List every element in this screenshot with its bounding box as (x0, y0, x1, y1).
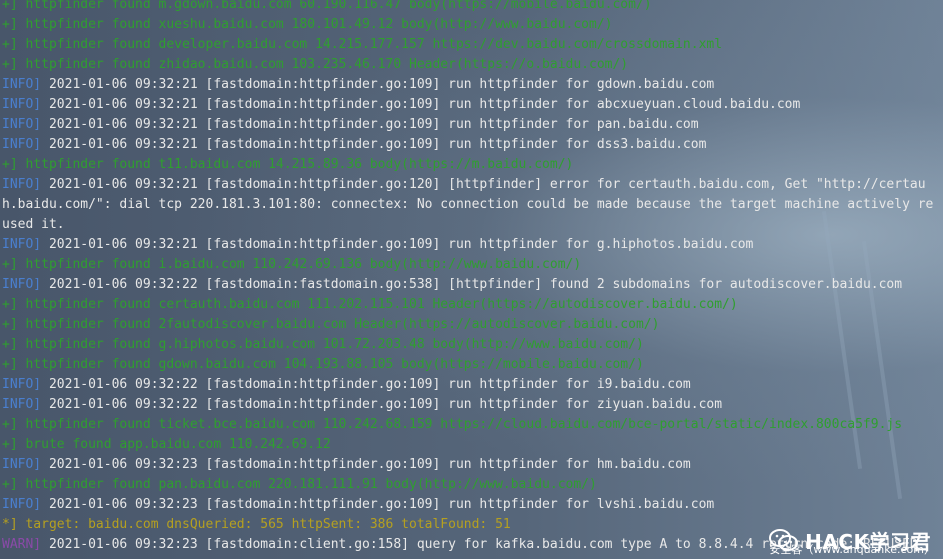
log-line: INFO] 2021-01-06 09:32:21 [fastdomain:ht… (0, 235, 943, 255)
log-message: +] httpfinder found g.hiphotos.baidu.com… (2, 337, 644, 352)
log-level-info: INFO] (2, 377, 42, 392)
log-line: INFO] 2021-01-06 09:32:22 [fastdomain:ht… (0, 395, 943, 415)
log-line: INFO] 2021-01-06 09:32:21 [fastdomain:ht… (0, 175, 943, 195)
log-message: 2021-01-06 09:32:21 [fastdomain:httpfind… (41, 237, 754, 252)
log-line: +] httpfinder found g.hiphotos.baidu.com… (0, 335, 943, 355)
log-level-info: INFO] (2, 77, 42, 92)
log-message: +] httpfinder found xueshu.baidu.com 180… (2, 17, 613, 32)
log-line: +] httpfinder found t11.baidu.com 14.215… (0, 155, 943, 175)
log-message: 2021-01-06 09:32:23 [fastdomain:httpfind… (41, 497, 715, 512)
log-message: +] httpfinder found zhidao.baidu.com 103… (2, 57, 629, 72)
log-level-info: INFO] (2, 497, 42, 512)
log-message: 2021-01-06 09:32:22 [fastdomain:fastdoma… (41, 277, 903, 292)
log-level-warn: WARN] (2, 537, 42, 552)
log-message: +] brute found app.baidu.com 110.242.69.… (2, 437, 331, 452)
log-message: 2021-01-06 09:32:21 [fastdomain:httpfind… (41, 117, 699, 132)
log-message: +] httpfinder found ticket.bce.baidu.com… (2, 417, 903, 432)
log-message: 2021-01-06 09:32:21 [fastdomain:httpfind… (41, 137, 707, 152)
log-level-info: INFO] (2, 177, 42, 192)
log-message: +] httpfinder found i.baidu.com 110.242.… (2, 257, 582, 272)
log-line: +] httpfinder found developer.baidu.com … (0, 35, 943, 55)
log-line: +] httpfinder found ticket.bce.baidu.com… (0, 415, 943, 435)
log-message: 2021-01-06 09:32:22 [fastdomain:httpfind… (41, 377, 691, 392)
log-message: +] httpfinder found gdown.baidu.com 104.… (2, 357, 644, 372)
log-level-info: INFO] (2, 137, 42, 152)
log-level-info: INFO] (2, 277, 42, 292)
log-message: 2021-01-06 09:32:22 [fastdomain:httpfind… (41, 397, 723, 412)
log-line: INFO] 2021-01-06 09:32:23 [fastdomain:ht… (0, 455, 943, 475)
log-line: INFO] 2021-01-06 09:32:22 [fastdomain:ht… (0, 375, 943, 395)
log-level-info: INFO] (2, 397, 42, 412)
log-message: +] httpfinder found 2fautodiscover.baidu… (2, 317, 660, 332)
log-message: +] httpfinder found developer.baidu.com … (2, 37, 723, 52)
log-line: +] httpfinder found i.baidu.com 110.242.… (0, 255, 943, 275)
log-line: INFO] 2021-01-06 09:32:21 [fastdomain:ht… (0, 75, 943, 95)
log-line: INFO] 2021-01-06 09:32:21 [fastdomain:ht… (0, 95, 943, 115)
log-line: used it. (0, 215, 943, 235)
log-line: INFO] 2021-01-06 09:32:22 [fastdomain:fa… (0, 275, 943, 295)
log-line: +] httpfinder found pan.baidu.com 220.18… (0, 475, 943, 495)
log-message: 2021-01-06 09:32:23 [fastdomain:httpfind… (41, 457, 691, 472)
watermark-subtitle: 安全客（www.anquanke.com） (769, 543, 935, 556)
log-message: +] httpfinder found pan.baidu.com 220.18… (2, 477, 597, 492)
log-line: +] httpfinder found gdown.baidu.com 104.… (0, 355, 943, 375)
terminal-output[interactable]: +] httpfinder found m.gdown.baidu.com 60… (0, 0, 943, 555)
log-line: +] brute found app.baidu.com 110.242.69.… (0, 435, 943, 455)
log-line: +] httpfinder found 2fautodiscover.baidu… (0, 315, 943, 335)
log-line: INFO] 2021-01-06 09:32:21 [fastdomain:ht… (0, 115, 943, 135)
log-message: used it. (2, 217, 65, 232)
log-line: INFO] 2021-01-06 09:32:21 [fastdomain:ht… (0, 135, 943, 155)
log-line: +] httpfinder found xueshu.baidu.com 180… (0, 15, 943, 35)
log-message: 2021-01-06 09:32:21 [fastdomain:httpfind… (41, 77, 715, 92)
log-line: +] httpfinder found zhidao.baidu.com 103… (0, 55, 943, 75)
log-line: INFO] 2021-01-06 09:32:23 [fastdomain:ht… (0, 495, 943, 515)
log-message: 2021-01-06 09:32:21 [fastdomain:httpfind… (41, 177, 926, 192)
log-level-info: INFO] (2, 97, 42, 112)
log-message: 2021-01-06 09:32:21 [fastdomain:httpfind… (41, 97, 801, 112)
log-line: h.baidu.com/": dial tcp 220.181.3.101:80… (0, 195, 943, 215)
log-message: +] httpfinder found m.gdown.baidu.com 60… (2, 0, 652, 12)
log-message: h.baidu.com/": dial tcp 220.181.3.101:80… (2, 197, 934, 212)
log-line: +] httpfinder found m.gdown.baidu.com 60… (0, 0, 943, 15)
log-message: *] target: baidu.com dnsQueried: 565 htt… (2, 517, 511, 532)
log-message: +] httpfinder found certauth.baidu.com 1… (2, 297, 738, 312)
log-message: +] httpfinder found t11.baidu.com 14.215… (2, 157, 574, 172)
log-level-info: INFO] (2, 117, 42, 132)
log-level-info: INFO] (2, 237, 42, 252)
log-line: +] httpfinder found certauth.baidu.com 1… (0, 295, 943, 315)
log-level-info: INFO] (2, 457, 42, 472)
